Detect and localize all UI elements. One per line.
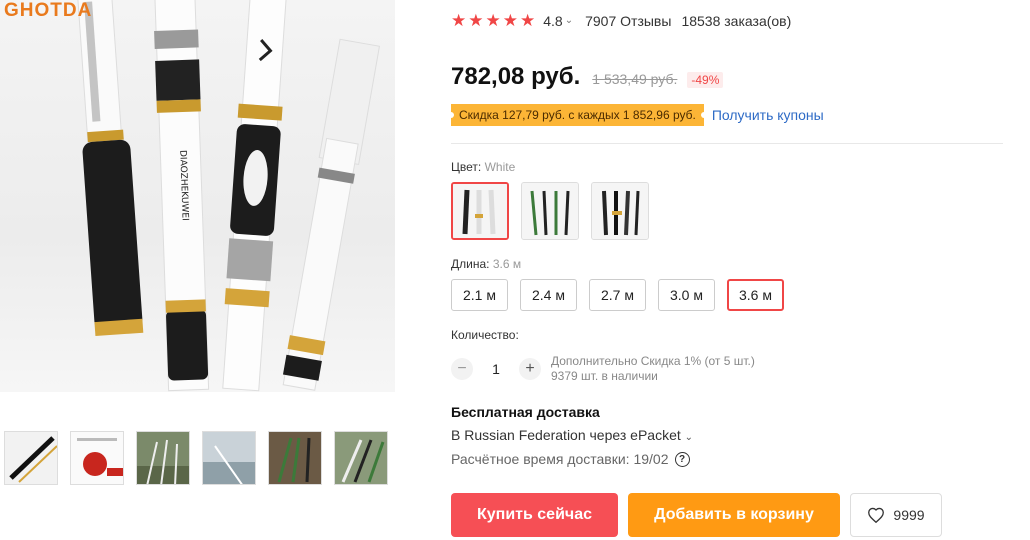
length-option-3-0[interactable]: 3.0 м [658,279,715,311]
chevron-down-icon[interactable]: ⌄ [565,15,573,26]
stock-note: 9379 шт. в наличии [551,369,658,383]
thumbnail-2[interactable] [70,431,124,485]
length-option-2-4[interactable]: 2.4 м [520,279,577,311]
delivery-time-text: Расчётное время доставки: 19/02 [451,451,669,467]
wishlist-count: 9999 [893,507,925,523]
thumbnail-5[interactable] [268,431,322,485]
length-option-3-6[interactable]: 3.6 м [727,279,784,311]
coupon-tag: Скидка 127,79 руб. с каждых 1 852,96 руб… [451,104,704,126]
length-option-2-7[interactable]: 2.7 м [589,279,646,311]
get-coupons-link[interactable]: Получить купоны [712,107,824,123]
star-icon: ★ [468,11,484,30]
color-selected: White [484,160,516,174]
color-label-text: Цвет: [451,160,485,174]
color-option-white[interactable] [451,182,509,240]
quantity-label: Количество: [451,328,519,342]
bulk-discount-note: Дополнительно Скидка 1% (от 5 шт.) [551,354,755,368]
thumbnail-4[interactable] [202,431,256,485]
discount-badge: -49% [687,72,724,88]
main-product-image[interactable]: GHOTDA DIAOZHEKUWEI [0,0,395,392]
length-options: 2.1 м 2.4 м 2.7 м 3.0 м 3.6 м [451,279,784,311]
color-option-green[interactable] [521,182,579,240]
shipping-title: Бесплатная доставка [451,404,600,420]
chevron-down-icon: ⌄ [684,432,694,443]
current-price: 782,08 руб. [451,63,581,90]
divider [451,143,1003,144]
heart-icon [868,507,885,523]
action-buttons: Купить сейчас Добавить в корзину 9999 [451,493,942,537]
help-icon[interactable]: ? [674,451,690,467]
star-rating: ★ ★ ★ ★ ★ [451,12,535,29]
rating-value[interactable]: 4.8 [543,13,562,29]
quantity-input[interactable] [473,361,519,377]
delivery-time: Расчётное время доставки: 19/02 ? [451,451,690,467]
quantity-note: Дополнительно Скидка 1% (от 5 шт.) 9379 … [551,354,755,384]
quantity-minus-button[interactable]: − [451,358,473,380]
star-icon: ★ [502,11,518,30]
brand-logo: GHOTDA [4,0,93,21]
star-icon: ★ [485,11,501,30]
length-label-text: Длина: [451,257,493,271]
orders-count: 18538 заказа(ов) [681,12,792,29]
price-row: 782,08 руб. 1 533,49 руб. -49% [451,63,724,91]
length-selected: 3.6 м [492,257,522,271]
reviews-count[interactable]: 7907 Отзывы [585,13,671,29]
quantity-stepper: − + Дополнительно Скидка 1% (от 5 шт.) 9… [451,354,755,384]
length-label: Длина: 3.6 м [451,257,521,271]
buy-now-button[interactable]: Купить сейчас [451,493,618,537]
thumbnail-3[interactable] [136,431,190,485]
star-icon: ★ [451,11,467,30]
quantity-plus-button[interactable]: + [519,358,541,380]
color-option-black[interactable] [591,182,649,240]
length-option-2-1[interactable]: 2.1 м [451,279,508,311]
fishing-rods-illustration: DIAOZHEKUWEI [76,0,381,392]
thumbnail-1[interactable] [4,431,58,485]
shipping-destination-text: В Russian Federation через ePacket [451,427,681,443]
old-price: 1 533,49 руб. [592,71,678,87]
coupon-row: Скидка 127,79 руб. с каждых 1 852,96 руб… [451,104,824,126]
color-options [451,182,649,240]
shipping-destination[interactable]: В Russian Federation через ePacket ⌄ [451,427,693,443]
color-label: Цвет: White [451,160,515,174]
wishlist-button[interactable]: 9999 [850,493,942,537]
thumbnail-6[interactable] [334,431,388,485]
star-icon: ★ [520,11,536,30]
rating-row: ★ ★ ★ ★ ★ 4.8 ⌄ 7907 Отзывы 18538 заказа… [451,12,791,29]
add-to-cart-button[interactable]: Добавить в корзину [628,493,840,537]
thumbnail-strip [4,431,388,485]
